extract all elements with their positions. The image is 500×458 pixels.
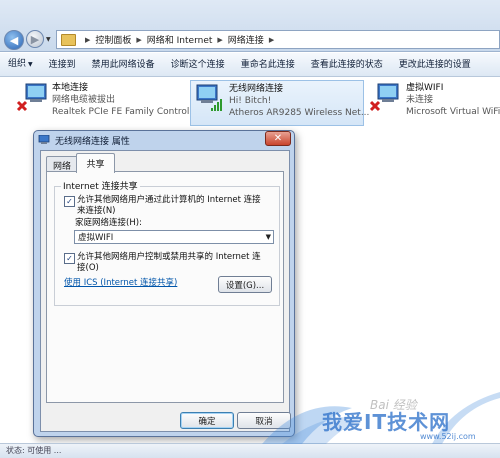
breadcrumb-separator-icon: ▶ [217,35,223,44]
adapter-device: Realtek PCIe FE Family Control... [52,107,198,117]
status-bar: 状态: 可使用 ... [0,443,500,458]
allow-share-label-line1: 允许其他网络用户通过此计算机的 Internet 连接 [77,195,261,205]
allow-control-label-line1: 允许其他网络用户控制或禁用共享的 Internet 连 [77,252,261,262]
breadcrumb-separator-icon: ▶ [268,35,275,44]
allow-control-label-line2: 接(O) [77,263,99,273]
back-arrow-icon: ◀ [9,33,19,47]
wireless-adapter-icon [196,84,222,111]
adapter-name: 无线网络连接 [229,84,284,94]
address-field[interactable]: ▶ 控制面板 ▶ 网络和 Internet ▶ 网络连接 ▶ [56,30,500,49]
allow-share-checkbox[interactable]: ✓ [64,196,75,207]
checkmark-icon: ✓ [66,254,73,263]
adapter-name: 虚拟WIFI [406,83,444,93]
allow-share-label-line2: 来连接(N) [77,206,116,216]
allow-control-checkbox[interactable]: ✓ [64,253,75,264]
adapter-device: Microsoft Virtual WiFi Mi... [406,107,500,117]
tab-sharing[interactable]: 共享 [76,153,115,173]
adapter-status: 未连接 [406,95,434,105]
home-connection-value: 虚拟WIFI [78,233,114,243]
home-connection-select[interactable]: 虚拟WIFI ▼ [74,230,274,244]
diagnose-button[interactable]: 诊断这个连接 [163,53,233,77]
breadcrumb-separator-icon: ▶ [136,35,142,44]
network-adapter-icon [38,135,50,144]
dialog-title: 无线网络连接 属性 [55,136,130,147]
back-button[interactable]: ◀ [4,30,24,50]
settings-button[interactable]: 设置(G)... [218,276,272,293]
close-button[interactable]: ✕ [265,131,291,146]
forward-button[interactable]: ▶ [26,30,44,48]
ok-button[interactable]: 确定 [180,412,234,429]
adapter-wireless-connection[interactable]: 无线网络连接 Hi! Bitch! Atheros AR9285 Wireles… [190,80,369,126]
organize-menu[interactable]: 组织 ▼ [0,52,41,77]
forward-arrow-icon: ▶ [30,32,40,46]
adapter-local-connection[interactable]: 本地连接 网络电缆被拔出 Realtek PCIe FE Family Cont… [14,80,198,124]
breadcrumb-control-panel[interactable]: 控制面板 [95,33,131,46]
recent-pages-button[interactable]: ▼ [46,36,54,44]
disable-device-button[interactable]: 禁用此网络设备 [84,53,163,77]
organize-label: 组织 [8,59,27,69]
rename-button[interactable]: 重命名此连接 [233,53,303,77]
chevron-down-icon: ▼ [28,61,33,68]
view-status-button[interactable]: 查看此连接的状态 [303,53,391,77]
ics-group-title: Internet 连接共享 [61,179,140,192]
network-adapter-icon [16,83,47,112]
breadcrumb-separator-icon: ▶ [85,35,91,44]
chevron-down-icon: ▼ [46,36,51,43]
close-icon: ✕ [273,133,283,144]
virtual-adapter-icon [370,83,399,112]
connect-to-button[interactable]: 连接到 [41,53,84,77]
control-panel-icon [61,33,76,46]
checkmark-icon: ✓ [66,197,73,206]
adapter-name: 本地连接 [52,83,89,93]
command-bar: 组织 ▼ 连接到 禁用此网络设备 诊断这个连接 重命名此连接 查看此连接的状态 更… [0,53,500,77]
adapter-device: Atheros AR9285 Wireless Net... [229,108,370,118]
breadcrumb-network-connections[interactable]: 网络连接 [228,33,264,46]
ics-help-link[interactable]: 使用 ICS (Internet 连接共享) [64,276,177,288]
adapter-status: Hi! Bitch! [229,96,272,106]
adapter-status: 网络电缆被拔出 [52,95,116,105]
chevron-down-icon: ▼ [265,233,271,241]
dialog-title-bar[interactable]: 无线网络连接 属性 [38,131,288,149]
breadcrumb-network-internet[interactable]: 网络和 Internet [147,33,213,46]
watermark-site-name: 我爱IT技术网 [322,410,451,434]
watermark-url: www.52ij.com [420,432,476,441]
home-connection-label: 家庭网络连接(H): [75,218,142,228]
adapter-virtual-wifi[interactable]: 虚拟WIFI 未连接 Microsoft Virtual WiFi Mi... [368,80,500,124]
change-settings-button[interactable]: 更改此连接的设置 [391,53,479,77]
